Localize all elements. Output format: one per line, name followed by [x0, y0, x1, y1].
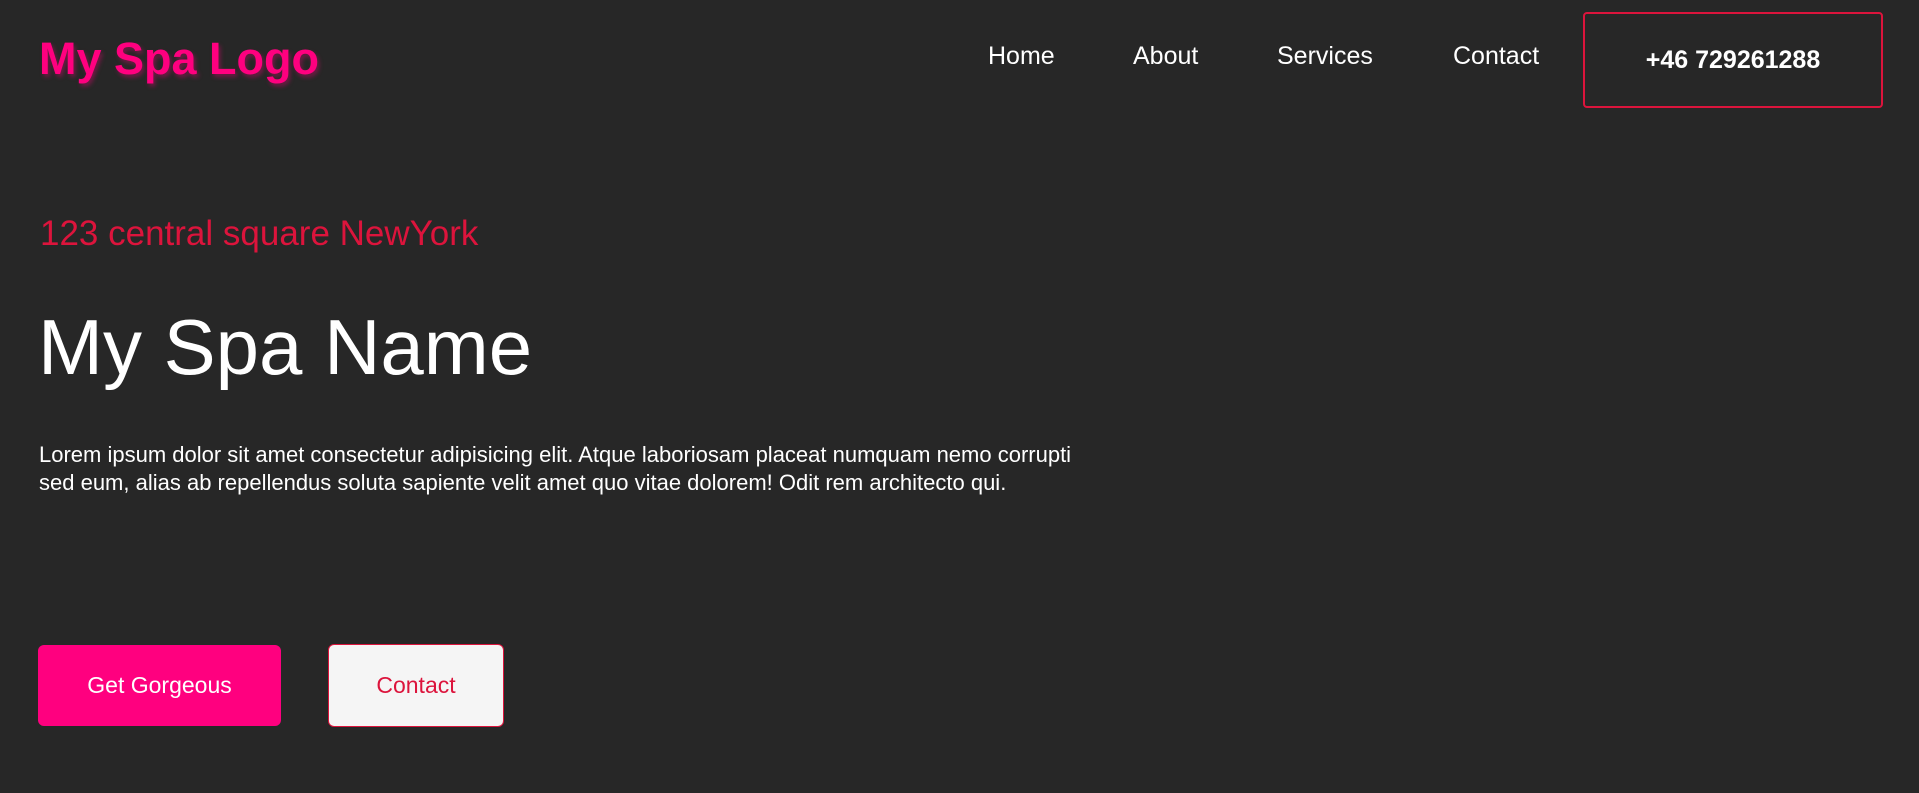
- phone-number: +46 729261288: [1645, 45, 1821, 74]
- hero-description: Lorem ipsum dolor sit amet consectetur a…: [39, 442, 1072, 495]
- site-logo[interactable]: My Spa Logo: [39, 32, 319, 86]
- contact-button[interactable]: Contact: [328, 644, 504, 727]
- landing-page: My Spa Logo Home About Services Contact …: [0, 0, 1919, 793]
- nav-link-home[interactable]: Home: [988, 40, 1055, 72]
- nav-link-contact[interactable]: Contact: [1453, 40, 1539, 72]
- get-gorgeous-label: Get Gorgeous: [87, 672, 232, 698]
- contact-button-label: Contact: [376, 672, 456, 698]
- get-gorgeous-button[interactable]: Get Gorgeous: [38, 645, 281, 726]
- nav-link-about[interactable]: About: [1133, 40, 1198, 72]
- nav-link-services[interactable]: Services: [1277, 40, 1373, 72]
- page-title: My Spa Name: [38, 303, 533, 391]
- address-text: 123 central square NewYork: [40, 214, 479, 253]
- phone-button[interactable]: +46 729261288: [1583, 12, 1883, 108]
